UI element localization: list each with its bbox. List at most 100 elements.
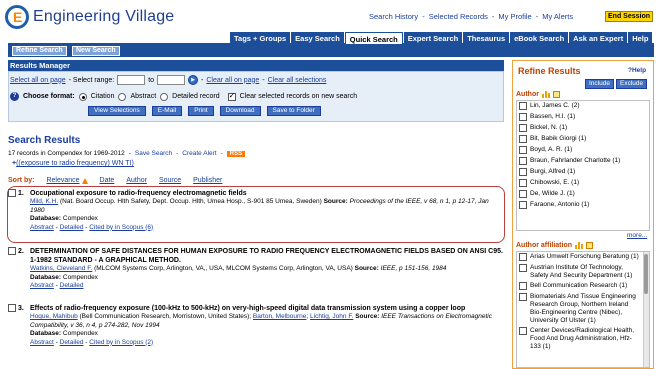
sort-relevance-link[interactable]: Relevance <box>46 177 79 184</box>
rss-button[interactable]: RSS <box>226 150 246 157</box>
tab-ask-an-expert[interactable]: Ask an Expert <box>569 32 628 44</box>
abstract-link[interactable]: Abstract <box>30 224 54 231</box>
search-query[interactable]: +((exposure to radio frequency) WN TI) <box>12 160 134 167</box>
my-profile-link[interactable]: My Profile <box>498 12 531 21</box>
author-facet-item[interactable]: Lin, James C. (2) <box>517 101 649 112</box>
format-detailed-label: Detailed record <box>172 93 220 100</box>
detailed-link[interactable]: Detailed <box>60 339 84 346</box>
result-checkbox[interactable] <box>8 189 16 197</box>
format-abstract-radio[interactable] <box>118 92 127 101</box>
affiliation-facet-item[interactable]: Biomaterials And Tissue Engineering Rese… <box>517 292 649 326</box>
sort-by-label: Sort by: <box>8 177 35 184</box>
author-facet-item[interactable]: Bit, Babik Giorgi (1) <box>517 134 649 145</box>
result-author-link-2[interactable]: Barton, Melbourne <box>253 313 306 320</box>
search-history-link[interactable]: Search History <box>369 12 418 21</box>
tab-thesaurus[interactable]: Thesaurus <box>463 32 510 44</box>
print-button[interactable]: Print <box>188 106 214 116</box>
affiliation-facet-item[interactable]: Austrian Institute Of Technology, Safety… <box>517 263 649 281</box>
result-author-link[interactable]: Watkins, Cleveland F. <box>30 265 92 272</box>
result-checkbox[interactable] <box>8 304 16 312</box>
result-database: Database: Compendex <box>30 330 98 337</box>
select-all-on-page-link[interactable]: Select all on page <box>10 77 66 84</box>
author-facet-item[interactable]: Burgi, Alfred (1) <box>517 167 649 178</box>
bar-chart-icon[interactable] <box>575 242 583 249</box>
clear-on-new-search-checkbox[interactable] <box>227 91 236 101</box>
save-to-folder-button[interactable]: Save to Folder <box>266 106 321 116</box>
affiliation-facet-item[interactable]: Bell Communication Research (1) <box>517 281 649 292</box>
selected-records-link[interactable]: Selected Records <box>429 12 488 21</box>
format-abstract-label: Abstract <box>130 93 157 100</box>
table-icon[interactable] <box>552 91 560 98</box>
refine-help-link[interactable]: ?Help <box>628 67 646 74</box>
tab-easy-search[interactable]: Easy Search <box>291 32 344 44</box>
affiliation-facet-heading: Author affiliation <box>516 242 593 249</box>
result-author-link-3[interactable]: Lichtig, John F. <box>310 313 353 320</box>
sort-bar: Sort by: Relevance Date Author Source Pu… <box>8 177 222 184</box>
download-button[interactable]: Download <box>219 106 261 116</box>
end-session-button[interactable]: End Session <box>605 11 654 22</box>
new-search-button[interactable]: New Search <box>72 46 120 56</box>
author-facet-list: Lin, James C. (2) Bassen, H.I. (1) Bicke… <box>516 100 650 231</box>
sort-source-link[interactable]: Source <box>159 177 181 184</box>
create-alert-link[interactable]: Create Alert <box>182 150 216 157</box>
author-facet-item[interactable]: De, Wilde J. (1) <box>517 189 649 200</box>
affiliation-facet-item[interactable]: Arias Umwelt Forschung Beratung (1) <box>517 252 649 263</box>
detailed-link[interactable]: Detailed <box>60 224 84 231</box>
include-button[interactable]: Include <box>585 79 614 89</box>
abstract-link[interactable]: Abstract <box>30 339 54 346</box>
clear-all-on-page-link[interactable]: Clear all on page <box>206 77 259 84</box>
refine-search-button[interactable]: Refine Search <box>12 46 67 56</box>
result-citation: Mild, K.H. (Nat. Board Occup. Hlth Safet… <box>30 198 489 214</box>
author-facet-item[interactable]: Chibowski, E. (1) <box>517 178 649 189</box>
format-citation-radio[interactable] <box>78 92 87 101</box>
format-detailed-radio[interactable] <box>160 92 169 101</box>
affiliation-facet-list: Arias Umwelt Forschung Beratung (1) Aust… <box>516 251 650 368</box>
author-facet-item[interactable]: Braun, Fahrlander Charlotte (1) <box>517 156 649 167</box>
cited-by-scopus-link[interactable]: Cited by in Scopus (6) <box>89 224 153 231</box>
cited-by-scopus-link[interactable]: Cited by in Scopus (2) <box>89 339 153 346</box>
result-database: Database: Compendex <box>30 215 98 222</box>
result-checkbox[interactable] <box>8 247 16 255</box>
sort-arrow-icon <box>81 177 88 184</box>
view-selections-button[interactable]: View Selections <box>88 106 146 116</box>
help-icon[interactable]: ? <box>10 92 19 101</box>
result-title: Effects of radio-frequency exposure (100… <box>30 305 466 312</box>
go-icon[interactable]: ▶ <box>188 75 199 85</box>
result-author-link[interactable]: Mild, K.H. <box>30 198 58 205</box>
abstract-link[interactable]: Abstract <box>30 282 54 289</box>
save-search-link[interactable]: Save Search <box>135 150 172 157</box>
author-more-link[interactable]: more... <box>627 232 647 239</box>
sort-author-link[interactable]: Author <box>126 177 147 184</box>
affiliation-facet-item[interactable]: Center Devices/Radiological Health, Food… <box>517 326 649 352</box>
result-author-link[interactable]: Hoque, Mahibub <box>30 313 78 320</box>
author-facet-item[interactable]: Bickel, N. (1) <box>517 123 649 134</box>
tab-tags-groups[interactable]: Tags + Groups <box>230 32 291 44</box>
author-facet-item[interactable]: Bassen, H.I. (1) <box>517 112 649 123</box>
logo[interactable]: Engineering Village <box>5 5 174 29</box>
author-facet-item[interactable]: Boyd, A. R. (1) <box>517 145 649 156</box>
tab-ebook-search[interactable]: eBook Search <box>510 32 569 44</box>
search-results-title: Search Results <box>8 135 81 146</box>
detailed-link[interactable]: Detailed <box>60 282 84 289</box>
exclude-button[interactable]: Exclude <box>616 79 648 89</box>
tab-quick-search[interactable]: Quick Search <box>344 32 403 44</box>
range-to-input[interactable] <box>157 75 186 85</box>
format-citation-label: Citation <box>90 93 115 100</box>
tab-help[interactable]: Help <box>628 32 653 44</box>
range-from-input[interactable] <box>117 75 146 85</box>
email-button[interactable]: E-Mail <box>151 106 183 116</box>
selection-row: Select all on page - Select range: to ▶ … <box>10 75 327 85</box>
top-links: Search History - Selected Records - My Pro… <box>369 12 574 21</box>
tab-expert-search[interactable]: Expert Search <box>403 32 463 44</box>
clear-all-selections-link[interactable]: Clear all selections <box>268 77 327 84</box>
affiliation-scrollbar[interactable] <box>643 252 649 367</box>
result-citation: Hoque, Mahibub (Bell Communication Resea… <box>30 313 492 329</box>
my-alerts-link[interactable]: My Alerts <box>542 12 573 21</box>
bar-chart-icon[interactable] <box>541 91 550 98</box>
range-to-label: to <box>148 76 155 84</box>
sort-date-link[interactable]: Date <box>100 177 115 184</box>
sort-publisher-link[interactable]: Publisher <box>193 177 222 184</box>
table-icon[interactable] <box>586 242 593 249</box>
result-item: 3. Effects of radio-frequency exposure (… <box>8 304 504 347</box>
author-facet-item[interactable]: Faraone, Antonio (1) <box>517 200 649 211</box>
